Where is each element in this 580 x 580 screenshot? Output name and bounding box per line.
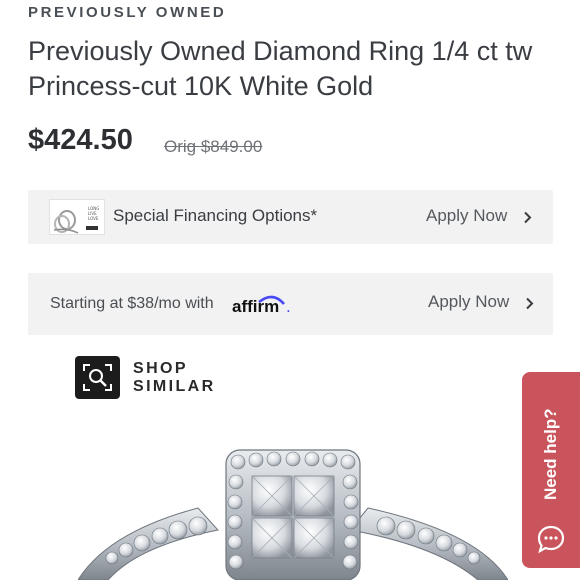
affirm-logo-text: affirm bbox=[232, 297, 279, 316]
shop-similar-line-2: SIMILAR bbox=[133, 378, 216, 395]
thumbnail-text-3: LOVE bbox=[88, 216, 99, 221]
shop-similar-button[interactable]: SHOP SIMILAR bbox=[133, 360, 216, 396]
financing-apply-now-link[interactable]: Apply Now bbox=[426, 206, 507, 226]
affirm-card[interactable]: Starting at $38/mo with affirm . Apply N… bbox=[28, 273, 553, 335]
chevron-right-icon bbox=[524, 211, 532, 224]
chat-bubble-icon bbox=[537, 525, 565, 554]
visual-search-icon[interactable] bbox=[75, 356, 120, 399]
chevron-right-icon bbox=[526, 297, 534, 310]
product-price: $424.50 bbox=[28, 124, 133, 156]
financing-label: Special Financing Options* bbox=[113, 206, 318, 225]
shop-similar-line-1: SHOP bbox=[133, 360, 188, 377]
financing-thumbnail: LONG LIVE LOVE bbox=[49, 199, 105, 235]
product-eyebrow: PREVIOUSLY OWNED bbox=[28, 4, 227, 21]
affirm-logo-suffix: . bbox=[286, 297, 291, 316]
product-image[interactable] bbox=[78, 446, 508, 580]
affirm-logo: affirm . bbox=[232, 295, 291, 316]
affirm-apply-now-link[interactable]: Apply Now bbox=[428, 292, 509, 312]
need-help-label: Need help? bbox=[541, 408, 560, 500]
affirm-label: Starting at $38/mo with bbox=[50, 295, 214, 312]
product-title: Previously Owned Diamond Ring 1/4 ct tw … bbox=[28, 36, 533, 101]
original-price: Orig $849.00 bbox=[164, 137, 263, 156]
special-financing-card[interactable]: LONG LIVE LOVE Special Financing Options… bbox=[28, 190, 553, 244]
